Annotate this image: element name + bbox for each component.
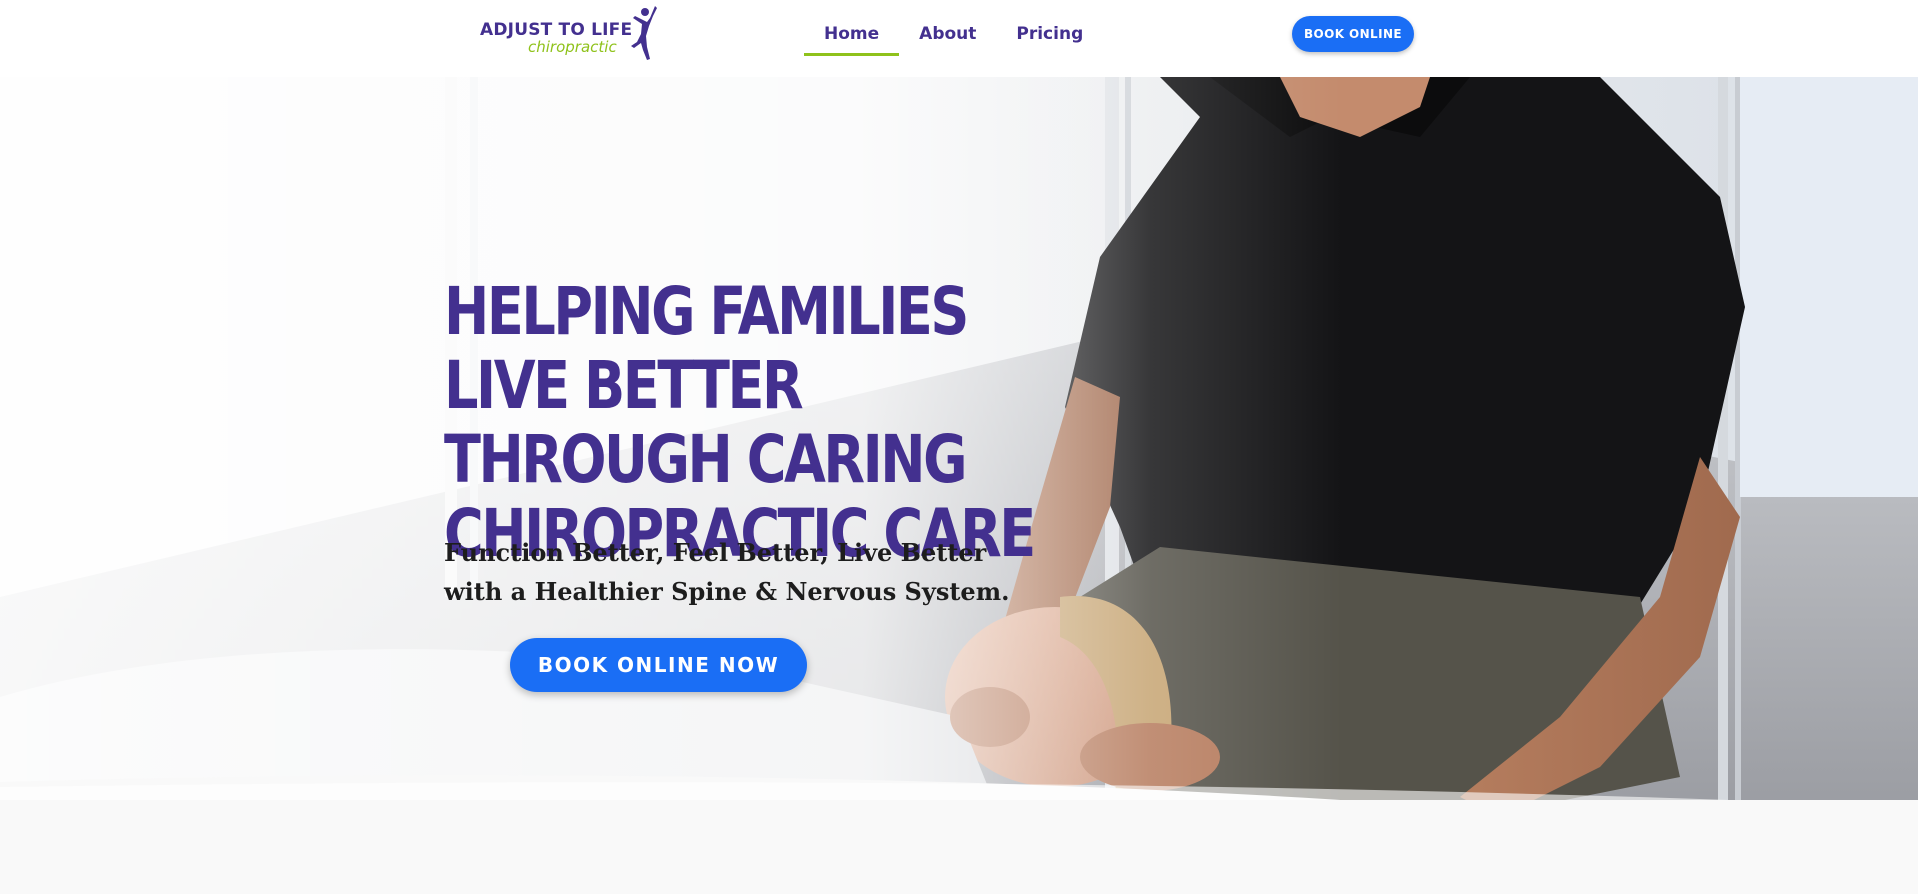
hero-section: HELPING FAMILIES LIVE BETTER THROUGH CAR… [0, 77, 1918, 817]
headline-line: THROUGH CARING [444, 421, 968, 498]
headline-line: LIVE BETTER [444, 347, 804, 424]
hero-subhead: Function Better, Feel Better, Live Bette… [444, 533, 1010, 611]
site-header: ADJUST TO LIFE chiropractic Home About P… [0, 0, 1918, 77]
logo-tagline: chiropractic [528, 38, 617, 56]
main-nav: Home About Pricing [804, 22, 1103, 56]
book-online-button[interactable]: BOOK ONLINE [1292, 16, 1414, 52]
nav-home[interactable]: Home [804, 22, 900, 56]
nav-pricing[interactable]: Pricing [996, 22, 1103, 56]
jumping-person-icon [631, 6, 657, 60]
hero-subhead-wrap: Function Better, Feel Better, Live Bette… [444, 525, 1010, 611]
headline-line: HELPING FAMILIES [444, 273, 969, 350]
subhead-line: Function Better, Feel Better, Live Bette… [444, 538, 987, 567]
logo-wordmark: ADJUST TO LIFE [480, 20, 633, 40]
subhead-line: with a Healthier Spine & Nervous System. [444, 577, 1010, 606]
content-section-background [0, 800, 1918, 894]
book-online-now-button[interactable]: BOOK ONLINE NOW [510, 638, 807, 692]
nav-about[interactable]: About [899, 22, 996, 56]
site-logo[interactable]: ADJUST TO LIFE chiropractic [480, 6, 660, 62]
